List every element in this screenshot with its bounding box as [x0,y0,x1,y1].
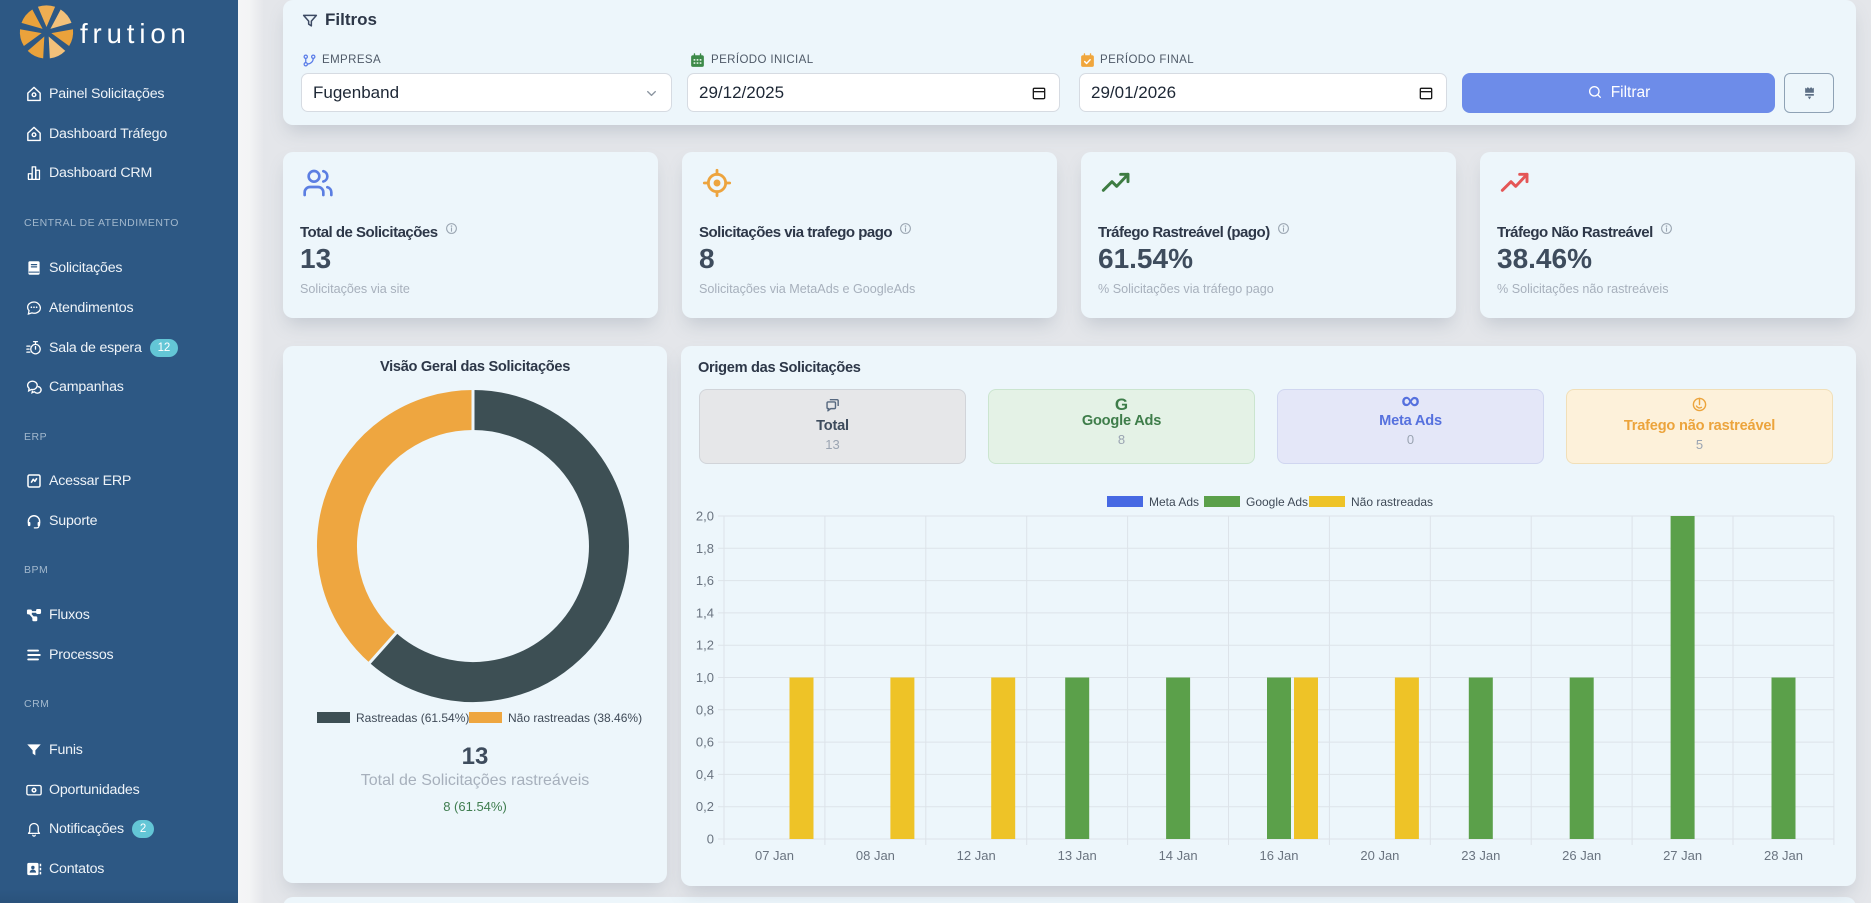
svg-text:1,0: 1,0 [696,670,714,685]
svg-text:20 Jan: 20 Jan [1360,848,1399,863]
svg-text:1,4: 1,4 [696,605,714,620]
svg-text:12 Jan: 12 Jan [957,848,996,863]
svg-text:0: 0 [707,832,714,847]
svg-text:14 Jan: 14 Jan [1159,848,1198,863]
svg-text:0,4: 0,4 [696,767,714,782]
svg-text:23 Jan: 23 Jan [1461,848,1500,863]
svg-text:2,0: 2,0 [696,509,714,524]
svg-text:08 Jan: 08 Jan [856,848,895,863]
svg-text:28 Jan: 28 Jan [1764,848,1803,863]
svg-text:27 Jan: 27 Jan [1663,848,1702,863]
svg-text:1,2: 1,2 [696,638,714,653]
svg-text:1,8: 1,8 [696,541,714,556]
svg-text:07 Jan: 07 Jan [755,848,794,863]
svg-text:0,8: 0,8 [696,702,714,717]
svg-text:26 Jan: 26 Jan [1562,848,1601,863]
svg-text:16 Jan: 16 Jan [1259,848,1298,863]
svg-text:13 Jan: 13 Jan [1058,848,1097,863]
svg-text:1,6: 1,6 [696,573,714,588]
svg-text:0,2: 0,2 [696,799,714,814]
svg-text:0,6: 0,6 [696,735,714,750]
